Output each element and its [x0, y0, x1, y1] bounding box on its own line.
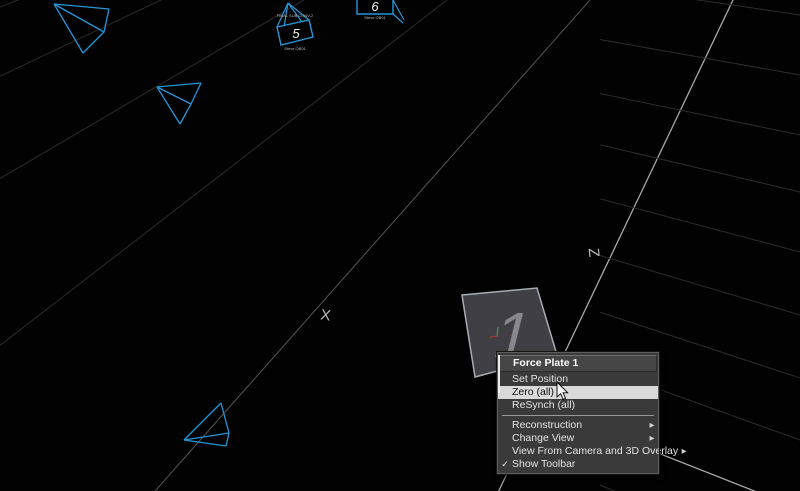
- x-axis-label: X: [319, 306, 331, 324]
- menu-item-set-position[interactable]: Set Position: [498, 373, 658, 386]
- menu-edge-highlight: [498, 355, 500, 393]
- mouse-cursor-icon: [556, 382, 570, 407]
- submenu-arrow-icon: ▶: [678, 445, 690, 458]
- floor-grid: [0, 0, 800, 491]
- camera-number: 5: [292, 26, 300, 41]
- camera-info-text: Steve OB01: [284, 46, 306, 51]
- menu-item-label: Change View: [512, 432, 646, 445]
- menu-item-view-from-camera-and-3d-overlay[interactable]: View From Camera and 3D Overlay▶: [498, 445, 658, 458]
- menu-item-label: ReSynch (all): [512, 399, 646, 412]
- camera-frustums[interactable]: 5FINAL SUB CONV-2Steve OB016Steve OB01: [54, 0, 404, 446]
- 3d-viewport[interactable]: 1 XZ 5FINAL SUB CONV-2Steve OB016Steve O…: [0, 0, 800, 491]
- submenu-arrow-icon: ▶: [646, 419, 658, 432]
- menu-item-change-view[interactable]: Change View▶: [498, 432, 658, 445]
- axis-labels: XZ: [319, 247, 602, 324]
- checkmark-icon: ✓: [498, 458, 512, 471]
- menu-item-label: View From Camera and 3D Overlay: [512, 445, 678, 458]
- context-menu-title: Force Plate 1: [499, 355, 657, 372]
- menu-item-resynch-all[interactable]: ReSynch (all): [498, 399, 658, 412]
- menu-item-label: Show Toolbar: [512, 458, 646, 471]
- camera-frustum-bottom[interactable]: [184, 403, 229, 446]
- menu-separator: [502, 415, 654, 416]
- z-axis-label: Z: [585, 247, 603, 258]
- menu-item-label: Reconstruction: [512, 419, 646, 432]
- menu-item-label: Zero (all): [512, 386, 646, 399]
- menu-item-zero-all[interactable]: Zero (all): [498, 386, 658, 399]
- camera-info-text: Steve OB01: [364, 15, 386, 20]
- menu-item-label: Set Position: [512, 373, 646, 386]
- submenu-arrow-icon: ▶: [646, 432, 658, 445]
- camera-6[interactable]: 6Steve OB01: [357, 0, 404, 23]
- context-menu: Force Plate 1 Set PositionZero (all)ReSy…: [497, 352, 659, 474]
- menu-item-reconstruction[interactable]: Reconstruction▶: [498, 419, 658, 432]
- camera-info-text: FINAL SUB CONV-2: [277, 13, 314, 18]
- camera-number: 6: [371, 0, 379, 14]
- camera-5[interactable]: 5 FINAL SUB CONV-2 Steve OB01: [277, 3, 314, 51]
- menu-item-show-toolbar[interactable]: ✓Show Toolbar: [498, 458, 658, 471]
- camera-frustum-mid-left[interactable]: [157, 83, 201, 124]
- scene-canvas: 1 XZ 5FINAL SUB CONV-2Steve OB016Steve O…: [0, 0, 800, 491]
